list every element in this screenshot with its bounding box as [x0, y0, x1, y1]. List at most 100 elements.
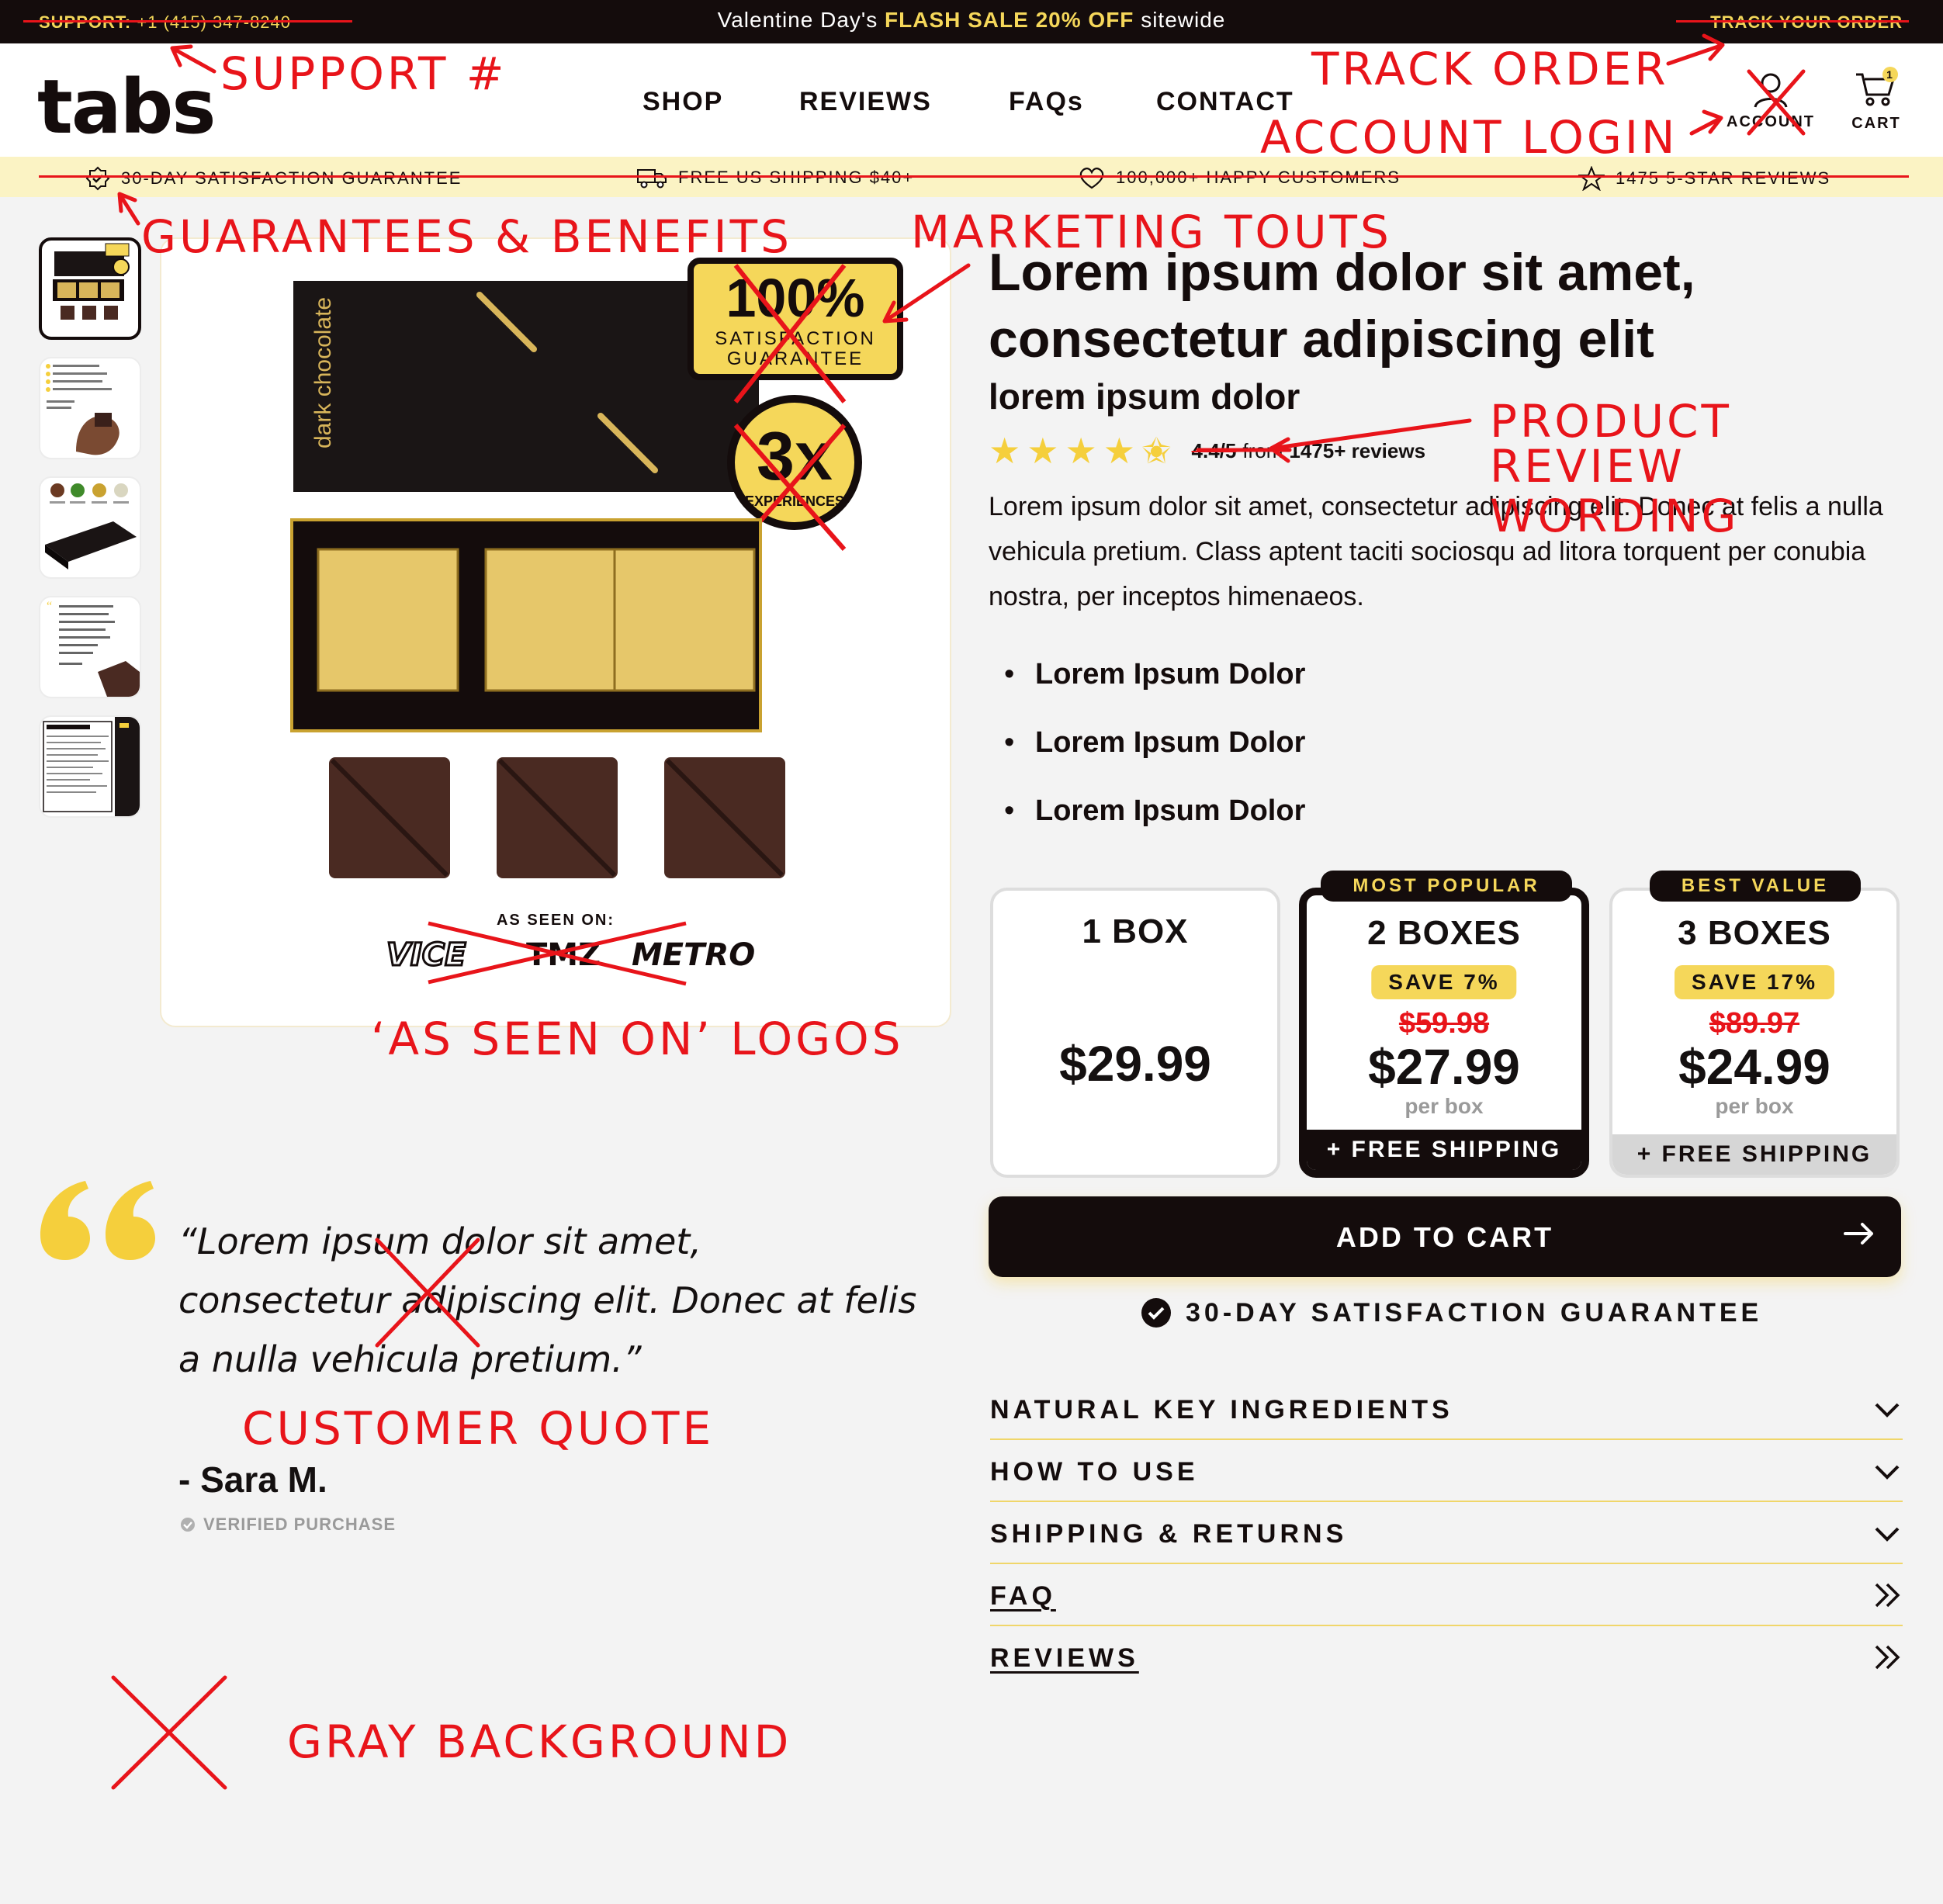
benefit-reviews: 1475 5-STAR REVIEWS: [1578, 166, 1830, 191]
nav-reviews[interactable]: REVIEWS: [799, 87, 932, 117]
track-strike: [1676, 20, 1909, 23]
verified-label: VERIFIED PURCHASE: [203, 1515, 397, 1534]
bundle-price: $24.99: [1678, 1039, 1830, 1095]
bundle-price: $29.99: [1059, 1036, 1211, 1092]
bundle-card-3-boxes[interactable]: 3 BOXES SAVE 17% $89.97 $24.99 per box +…: [1609, 888, 1900, 1178]
thumbnail-4[interactable]: “: [39, 596, 141, 698]
annotation-as-seen-on: ‘AS SEEN ON’ LOGOS: [371, 1013, 904, 1065]
annotation-review-line2: REVIEW: [1490, 440, 1685, 493]
bundle-name: 3 BOXES: [1678, 914, 1831, 952]
nav-faqs[interactable]: FAQs: [1009, 87, 1084, 117]
quote-author: - Sara M.: [178, 1459, 327, 1500]
cart-button[interactable]: 1 CART: [1837, 67, 1915, 133]
original-price: $59.98: [1398, 1007, 1490, 1040]
accordion-reviews[interactable]: REVIEWS: [990, 1626, 1903, 1688]
heart-icon: [1079, 168, 1104, 189]
star-icon: ★: [1027, 431, 1059, 471]
cart-icon: 1: [1856, 67, 1898, 106]
bundle-name: 2 BOXES: [1367, 914, 1521, 952]
support-strike: [23, 20, 352, 23]
feature-bullet: Lorem Ipsum Dolor: [1004, 794, 1306, 828]
account-label: ACCOUNT: [1727, 113, 1815, 130]
quote-mark-icon: [40, 1181, 155, 1260]
thumbnail-5[interactable]: [39, 715, 141, 818]
arrow-right-icon: [1841, 1215, 1878, 1259]
accordion-label: FAQ: [990, 1581, 1056, 1611]
per-box-label: per box: [1404, 1094, 1484, 1118]
accordion-label: SHIPPING & RETURNS: [990, 1519, 1348, 1549]
save-badge: SAVE 7%: [1371, 965, 1517, 999]
product-description: Lorem ipsum dolor sit amet, consectetur …: [989, 492, 1883, 611]
star-outline-icon: [1578, 166, 1605, 191]
cart-label: CART: [1851, 115, 1901, 132]
chevron-down-icon: [1875, 1527, 1900, 1542]
benefit-shipping: FREE US SHIPPING $40+: [636, 166, 914, 189]
bullet-text: Lorem Ipsum Dolor: [1035, 794, 1306, 827]
accordion-faq[interactable]: FAQ: [990, 1564, 1903, 1626]
vice-logo: VICE: [386, 937, 466, 973]
promo-suffix: sitewide: [1141, 8, 1226, 32]
free-shipping-banner: + FREE SHIPPING: [1307, 1130, 1581, 1170]
most-popular-badge: MOST POPULAR: [1321, 871, 1572, 902]
verified-purchase: VERIFIED PURCHASE: [180, 1515, 396, 1535]
accordion-shipping-returns[interactable]: SHIPPING & RETURNS: [990, 1502, 1903, 1564]
satisfaction-guarantee: 30-DAY SATISFACTION GUARANTEE: [1141, 1297, 1762, 1328]
thumbnail-2[interactable]: [39, 357, 141, 459]
annotation-review-line3: WORDING: [1490, 490, 1740, 542]
nutrition-facts-thumbnail: [43, 717, 140, 816]
bullet-text: Lorem Ipsum Dolor: [1035, 726, 1306, 759]
chevron-down-icon: [1875, 1403, 1900, 1418]
product-box-thumbnail: [53, 243, 130, 320]
annotation-guarantees: GUARANTEES & BENEFITS: [141, 210, 792, 263]
benefit-label: 1475 5-STAR REVIEWS: [1616, 168, 1831, 188]
reviews-count: 1475+ reviews: [1289, 438, 1426, 462]
annotation-support: SUPPORT #: [220, 47, 507, 100]
add-to-cart-button[interactable]: ADD TO CART: [989, 1196, 1901, 1277]
bundle-price: $27.99: [1368, 1039, 1520, 1095]
benefits-list-thumbnail: [46, 364, 119, 455]
bundle-card-2-boxes[interactable]: 2 BOXES SAVE 7% $59.98 $27.99 per box + …: [1299, 888, 1589, 1178]
annotation-track-order: TRACK ORDER: [1311, 43, 1669, 95]
main-product-image[interactable]: dark chocolate 100% SATISFACTION GUARANT…: [160, 237, 951, 1027]
annotation-customer-quote: CUSTOMER QUOTE: [242, 1402, 715, 1455]
promo-highlight: FLASH SALE 20% OFF: [885, 8, 1134, 32]
accordion-how-to-use[interactable]: HOW TO USE: [990, 1440, 1903, 1502]
product-illustration: dark chocolate 100% SATISFACTION GUARANT…: [290, 258, 903, 986]
badge-check-icon: [85, 166, 110, 191]
save-badge: SAVE 17%: [1675, 965, 1834, 999]
benefit-label: 100,000+ HAPPY CUSTOMERS: [1116, 168, 1401, 188]
review-thumbnail: “: [47, 600, 140, 697]
promo-prefix: Valentine Day's: [717, 8, 878, 32]
thumbnail-3[interactable]: [39, 476, 141, 579]
guarantee-text: 30-DAY SATISFACTION GUARANTEE: [1186, 1297, 1763, 1328]
track-order-link[interactable]: TRACK YOUR ORDER: [1710, 12, 1903, 33]
box-label: dark chocolate: [310, 297, 336, 448]
star-icon: ★: [989, 431, 1021, 471]
accordion-label: NATURAL KEY INGREDIENTS: [990, 1395, 1453, 1425]
rating-score: 4.4/5: [1191, 438, 1237, 462]
star-icon: ★: [1103, 431, 1135, 471]
announcement-bar: SUPPORT: +1 (415) 347-8240 Valentine Day…: [0, 0, 1943, 43]
bundle-name: 1 BOX: [1082, 912, 1189, 950]
annotation-marketing-touts: MARKETING TOUTS: [911, 206, 1392, 258]
thumbnail-1[interactable]: [39, 237, 141, 340]
double-chevron-right-icon: [1875, 1583, 1900, 1608]
metro-logo: METRO: [632, 937, 755, 973]
account-button[interactable]: ACCOUNT: [1724, 70, 1817, 131]
rating-from: from: [1242, 438, 1283, 462]
per-box-label: per box: [1715, 1094, 1794, 1118]
star-half-icon: ✬: [1141, 431, 1172, 471]
product-title: Lorem ipsum dolor sit amet, consectetur …: [989, 243, 1695, 369]
seal-line2: GUARANTEE: [727, 348, 864, 369]
brand-logo[interactable]: tabs: [37, 64, 216, 151]
accordion-ingredients[interactable]: NATURAL KEY INGREDIENTS: [990, 1378, 1903, 1440]
accordion-label: HOW TO USE: [990, 1457, 1199, 1487]
star-icon: ★: [1065, 431, 1097, 471]
nav-shop[interactable]: SHOP: [642, 87, 723, 117]
product-rating[interactable]: ★ ★ ★ ★ ✬ 4.4/5 from 1475+ reviews: [989, 433, 1425, 469]
feature-bullet: Lorem Ipsum Dolor: [1004, 726, 1306, 760]
truck-icon: [637, 169, 667, 189]
bundle-card-1-box[interactable]: 1 BOX $29.99: [990, 888, 1280, 1178]
original-price: $89.97: [1709, 1007, 1800, 1040]
benefit-label: FREE US SHIPPING $40+: [678, 168, 914, 188]
